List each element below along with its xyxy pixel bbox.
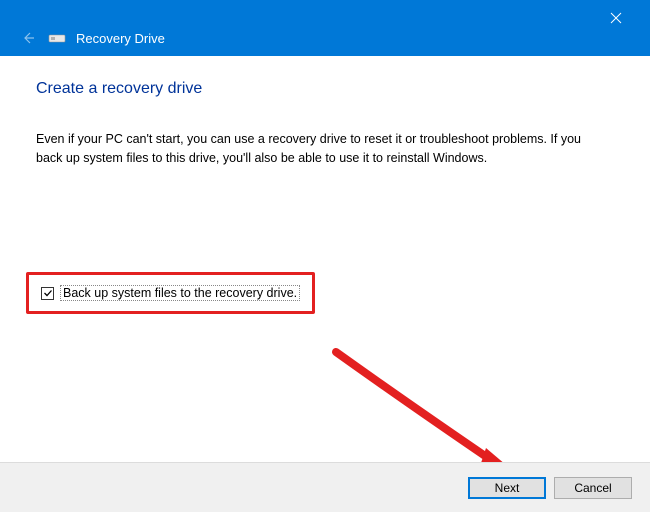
backup-checkbox-row[interactable]: Back up system files to the recovery dri… bbox=[41, 285, 300, 301]
checkmark-icon bbox=[43, 288, 53, 298]
close-icon bbox=[610, 12, 622, 24]
page-description: Even if your PC can't start, you can use… bbox=[36, 130, 596, 168]
back-arrow-icon bbox=[21, 31, 35, 45]
page-heading: Create a recovery drive bbox=[36, 80, 614, 98]
footer: Next Cancel bbox=[0, 462, 650, 512]
backup-checkbox-label: Back up system files to the recovery dri… bbox=[60, 285, 300, 301]
next-button[interactable]: Next bbox=[468, 477, 546, 499]
back-button bbox=[18, 28, 38, 48]
content-area: Create a recovery drive Even if your PC … bbox=[0, 56, 650, 168]
window-title: Recovery Drive bbox=[76, 31, 165, 46]
titlebar: Recovery Drive bbox=[0, 0, 650, 56]
recovery-drive-icon bbox=[48, 31, 66, 45]
close-button[interactable] bbox=[596, 6, 636, 30]
backup-checkbox[interactable] bbox=[41, 287, 54, 300]
highlight-annotation: Back up system files to the recovery dri… bbox=[26, 272, 315, 314]
cancel-button[interactable]: Cancel bbox=[554, 477, 632, 499]
